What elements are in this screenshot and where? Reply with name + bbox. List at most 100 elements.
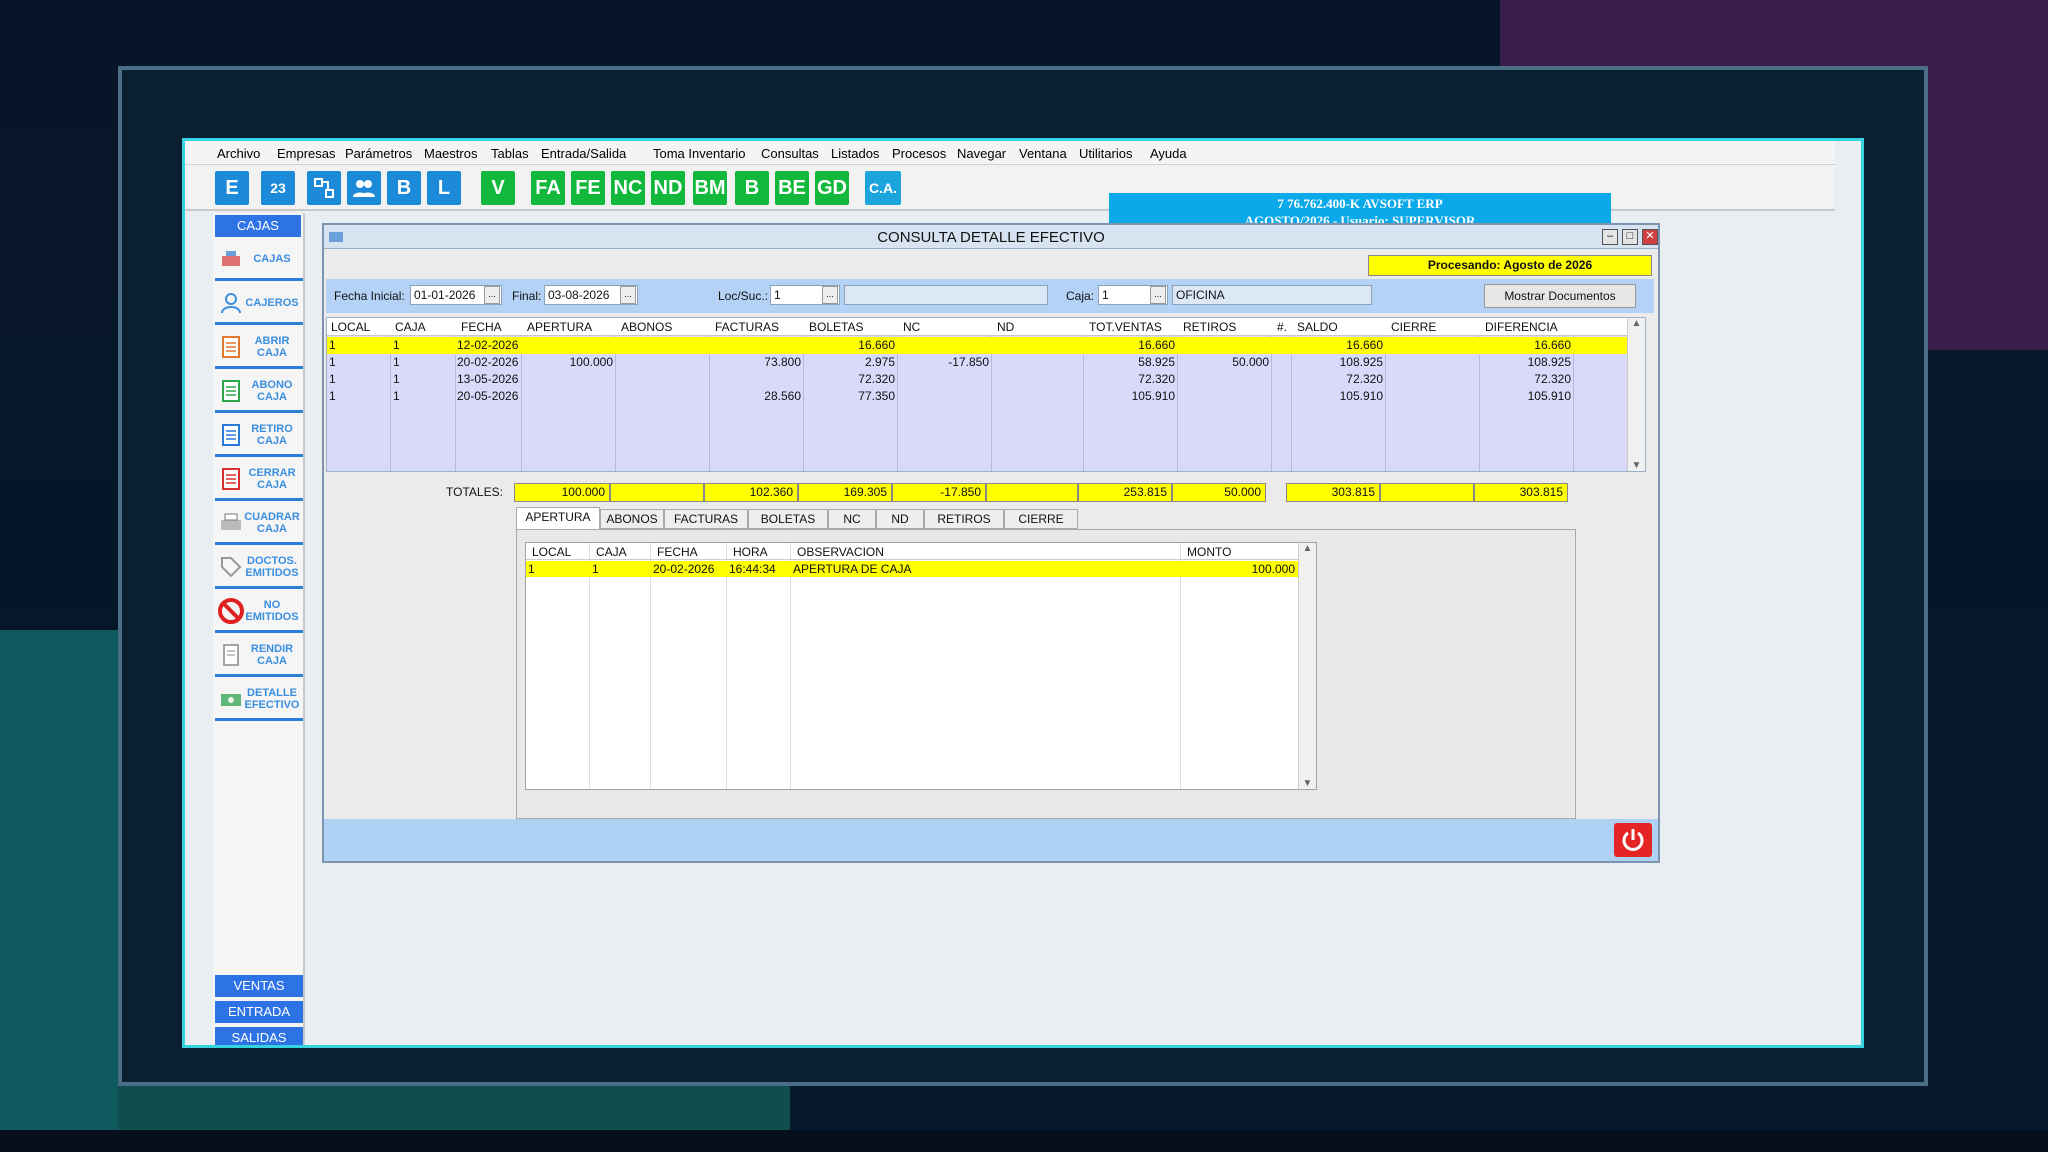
- toolbar-bm-button[interactable]: BM: [693, 171, 727, 205]
- cell-diferencia: 105.910: [1527, 389, 1571, 403]
- scroll-up-icon[interactable]: ▲: [1628, 318, 1645, 329]
- col-local[interactable]: LOCAL: [526, 545, 571, 559]
- sidebar-item-retiro-caja[interactable]: RETIRO CAJA: [215, 415, 303, 457]
- scroll-down-icon[interactable]: ▼: [1299, 778, 1316, 789]
- sidebar-item-cuadrar-caja[interactable]: CUADRAR CAJA: [215, 503, 303, 545]
- menu-maestros[interactable]: Maestros: [424, 146, 477, 161]
- toolbar-fe-button[interactable]: FE: [571, 171, 605, 205]
- toolbar-b2-button[interactable]: B: [735, 171, 769, 205]
- toolbar-l-label: L: [437, 176, 451, 199]
- sidebar-item-rendir-caja[interactable]: RENDIR CAJA: [215, 635, 303, 677]
- cell-fecha: 20-05-2026: [457, 389, 519, 403]
- tab-panel-apertura: LOCAL CAJA FECHA HORA OBSERVACION MONTO …: [516, 529, 1576, 819]
- calendar-icon[interactable]: 23: [261, 171, 295, 205]
- close-icon[interactable]: ✕: [1642, 229, 1658, 245]
- scroll-up-icon[interactable]: ▲: [1299, 543, 1316, 554]
- tab-apertura[interactable]: APERTURA: [516, 507, 600, 529]
- col-abonos[interactable]: ABONOS: [617, 320, 672, 334]
- col-facturas[interactable]: FACTURAS: [711, 320, 779, 334]
- sidebar-item-cajeros[interactable]: CAJEROS: [215, 283, 303, 325]
- fecha-inicial-picker-button[interactable]: ...: [484, 286, 500, 304]
- tab-nd[interactable]: ND: [876, 509, 924, 529]
- table-row[interactable]: 1 1 20-02-2026 100.000 73.800 2.975 -17.…: [327, 354, 1627, 371]
- network-icon[interactable]: [307, 171, 341, 205]
- toolbar-gd-button[interactable]: GD: [815, 171, 849, 205]
- toolbar-fa-button[interactable]: FA: [531, 171, 565, 205]
- menu-entrada-salida[interactable]: Entrada/Salida: [541, 146, 626, 161]
- tab-cierre[interactable]: CIERRE: [1004, 509, 1078, 529]
- document-icon: [217, 377, 245, 405]
- power-button[interactable]: [1614, 823, 1652, 857]
- toolbar-nc-button[interactable]: NC: [611, 171, 645, 205]
- toolbar-ca-button[interactable]: C.A.: [865, 171, 901, 205]
- col-hora[interactable]: HORA: [727, 545, 768, 559]
- menu-parametros[interactable]: Parámetros: [345, 146, 412, 161]
- col-monto[interactable]: MONTO: [1181, 545, 1231, 559]
- sidebar-item-doctos-emitidos[interactable]: DOCTOS. EMITIDOS: [215, 547, 303, 589]
- minimize-icon[interactable]: –: [1602, 229, 1618, 245]
- toolbar-l-button[interactable]: L: [427, 171, 461, 205]
- col-retiros[interactable]: RETIROS: [1179, 320, 1236, 334]
- window-titlebar[interactable]: CONSULTA DETALLE EFECTIVO – □ ✕: [324, 225, 1658, 249]
- toolbar-be-button[interactable]: BE: [775, 171, 809, 205]
- menu-ventana[interactable]: Ventana: [1019, 146, 1067, 161]
- menu-toma-inventario[interactable]: Toma Inventario: [653, 146, 746, 161]
- menu-utilitarios[interactable]: Utilitarios: [1079, 146, 1132, 161]
- final-picker-button[interactable]: ...: [620, 286, 636, 304]
- col-saldo[interactable]: SALDO: [1293, 320, 1338, 334]
- sidebar-item-label: DETALLE EFECTIVO: [244, 686, 300, 711]
- sidebar-entrada-button[interactable]: ENTRADA: [215, 1001, 303, 1023]
- table-row[interactable]: 1 1 20-05-2026 28.560 77.350 105.910 105…: [327, 388, 1627, 405]
- tab-facturas[interactable]: FACTURAS: [664, 509, 748, 529]
- col-nc[interactable]: NC: [899, 320, 920, 334]
- col-fecha[interactable]: FECHA: [651, 545, 698, 559]
- menu-tablas[interactable]: Tablas: [491, 146, 529, 161]
- tab-nc[interactable]: NC: [828, 509, 876, 529]
- sidebar-ventas-button[interactable]: VENTAS: [215, 975, 303, 997]
- col-caja[interactable]: CAJA: [391, 320, 426, 334]
- col-fecha[interactable]: FECHA: [457, 320, 502, 334]
- sidebar-item-cajas[interactable]: CAJAS: [215, 239, 303, 281]
- caja-picker-button[interactable]: ...: [1150, 286, 1166, 304]
- col-boletas[interactable]: BOLETAS: [805, 320, 863, 334]
- sidebar-item-detalle-efectivo[interactable]: DETALLE EFECTIVO: [215, 679, 303, 721]
- maximize-icon[interactable]: □: [1622, 229, 1638, 245]
- col-local[interactable]: LOCAL: [327, 320, 370, 334]
- sidebar-item-no-emitidos[interactable]: NO EMITIDOS: [215, 591, 303, 633]
- detail-scrollbar[interactable]: ▲ ▼: [1298, 543, 1316, 789]
- col-caja[interactable]: CAJA: [590, 545, 627, 559]
- toolbar-nd-button[interactable]: ND: [651, 171, 685, 205]
- col-cierre[interactable]: CIERRE: [1387, 320, 1436, 334]
- col-nd[interactable]: ND: [993, 320, 1014, 334]
- tab-retiros[interactable]: RETIROS: [924, 509, 1004, 529]
- scroll-down-icon[interactable]: ▼: [1628, 460, 1645, 471]
- toolbar-v-button[interactable]: V: [481, 171, 515, 205]
- tab-abonos[interactable]: ABONOS: [600, 509, 664, 529]
- menu-consultas[interactable]: Consultas: [761, 146, 819, 161]
- sidebar-item-cerrar-caja[interactable]: CERRAR CAJA: [215, 459, 303, 501]
- menu-ayuda[interactable]: Ayuda: [1150, 146, 1187, 161]
- sidebar-item-abrir-caja[interactable]: ABRIR CAJA: [215, 327, 303, 369]
- toolbar-e-button[interactable]: E: [215, 171, 249, 205]
- table-row[interactable]: 1 1 12-02-2026 16.660 16.660 16.660 16.6…: [327, 337, 1627, 354]
- menu-procesos[interactable]: Procesos: [892, 146, 946, 161]
- grid-scrollbar[interactable]: ▲ ▼: [1627, 318, 1645, 471]
- tab-boletas[interactable]: BOLETAS: [748, 509, 828, 529]
- sidebar-salidas-button[interactable]: SALIDAS: [215, 1027, 303, 1045]
- col-tot-ventas[interactable]: TOT.VENTAS: [1085, 320, 1162, 334]
- mostrar-documentos-button[interactable]: Mostrar Documentos: [1484, 284, 1636, 308]
- table-row[interactable]: 1 1 20-02-2026 16:44:34 APERTURA DE CAJA…: [526, 561, 1299, 577]
- col-apertura[interactable]: APERTURA: [523, 320, 592, 334]
- toolbar-b-button[interactable]: B: [387, 171, 421, 205]
- col-diferencia[interactable]: DIFERENCIA: [1481, 320, 1558, 334]
- sidebar-item-abono-caja[interactable]: ABONO CAJA: [215, 371, 303, 413]
- loc-picker-button[interactable]: ...: [822, 286, 838, 304]
- col-numero[interactable]: #.: [1273, 320, 1287, 334]
- menu-archivo[interactable]: Archivo: [217, 146, 260, 161]
- table-row[interactable]: 1 1 13-05-2026 72.320 72.320 72.320 72.3…: [327, 371, 1627, 388]
- col-observacion[interactable]: OBSERVACION: [791, 545, 884, 559]
- menu-navegar[interactable]: Navegar: [957, 146, 1006, 161]
- menu-empresas[interactable]: Empresas: [277, 146, 336, 161]
- menu-listados[interactable]: Listados: [831, 146, 879, 161]
- users-icon[interactable]: [347, 171, 381, 205]
